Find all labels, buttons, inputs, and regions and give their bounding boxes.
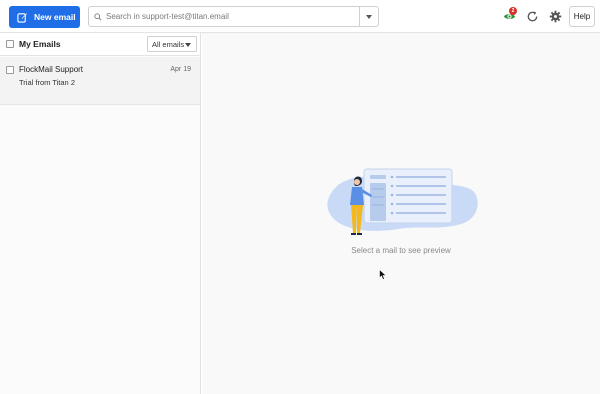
- search-input[interactable]: [106, 12, 346, 21]
- gear-icon[interactable]: [549, 10, 562, 23]
- chevron-down-icon: [366, 14, 372, 19]
- mouse-cursor-icon: [379, 269, 387, 280]
- chevron-down-icon: [185, 43, 191, 47]
- empty-preview-text: Select a mail to see preview: [351, 246, 451, 255]
- pencil-square-icon: [17, 12, 28, 23]
- search-icon: [94, 12, 102, 21]
- notification-badge: 2: [509, 7, 517, 15]
- search-box[interactable]: [88, 6, 360, 27]
- refresh-icon[interactable]: [526, 10, 539, 23]
- mail-filter-dropdown[interactable]: All emails: [147, 36, 197, 52]
- mail-sender: FlockMail Support: [19, 65, 84, 74]
- new-email-label: New email: [34, 12, 76, 22]
- mail-list-panel: My Emails All emails FlockMail Support A…: [0, 33, 201, 394]
- help-button[interactable]: Help: [569, 6, 595, 27]
- folder-title: My Emails: [19, 39, 61, 49]
- select-all-checkbox[interactable]: [6, 40, 14, 48]
- top-toolbar: New email 2 Help: [0, 0, 600, 33]
- empty-preview-illustration: [327, 168, 478, 235]
- mail-subject: Trial from Titan 2: [19, 78, 75, 87]
- mail-select-checkbox[interactable]: [6, 66, 14, 74]
- filter-selected-label: All emails: [152, 39, 185, 49]
- mail-list-header: My Emails All emails: [0, 33, 200, 56]
- preview-pane: Select a mail to see preview: [202, 33, 600, 394]
- mail-date: Apr 19: [170, 66, 191, 73]
- new-email-button[interactable]: New email: [9, 6, 80, 28]
- search-options-dropdown[interactable]: [359, 6, 379, 27]
- list-item[interactable]: FlockMail Support Apr 19 Trial from Tita…: [0, 57, 200, 105]
